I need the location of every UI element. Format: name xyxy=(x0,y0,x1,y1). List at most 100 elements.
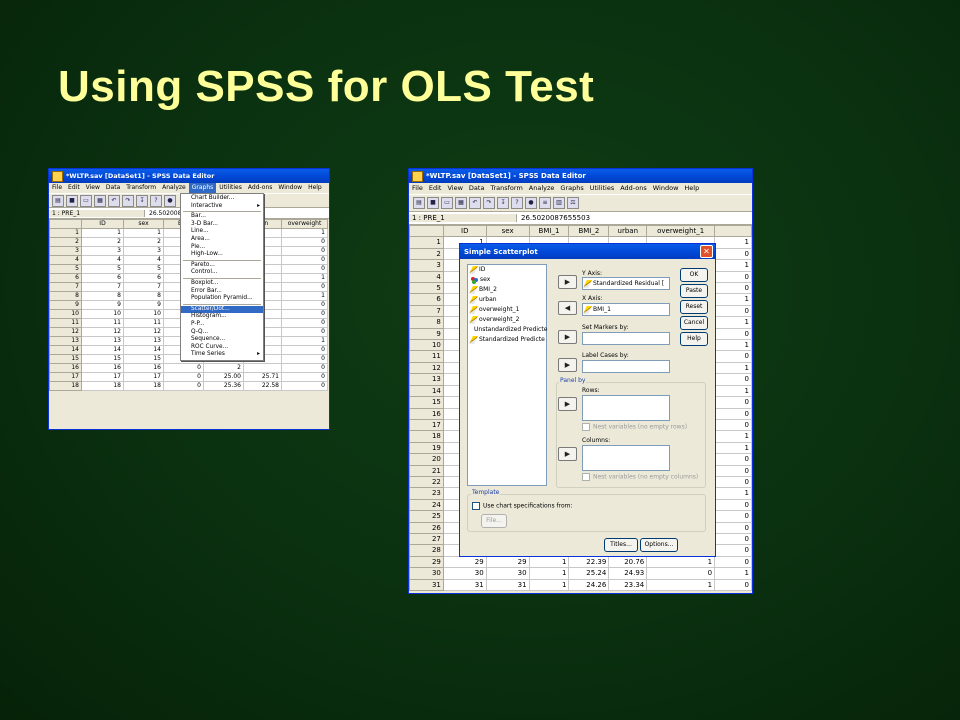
data-cell[interactable]: 22.58 xyxy=(243,381,282,391)
data-cell[interactable]: 29 xyxy=(485,555,530,569)
menu-utilities[interactable]: Utilities xyxy=(216,183,245,193)
use-chart-spec-checkbox[interactable]: Use chart specifications from: xyxy=(472,502,572,510)
data-cell[interactable]: 1 xyxy=(714,316,752,329)
data-cell[interactable]: 14 xyxy=(123,345,164,355)
row-number[interactable]: 12 xyxy=(409,361,444,375)
data-cell[interactable]: 3 xyxy=(81,246,124,256)
data-cell[interactable]: 0 xyxy=(714,282,752,295)
move-to-x-axis-arrow-icon[interactable]: ◀ xyxy=(558,301,577,315)
data-cell[interactable]: 0 xyxy=(281,282,328,292)
data-cell[interactable]: 0 xyxy=(281,318,328,328)
row-number[interactable]: 3 xyxy=(49,246,82,256)
data-cell[interactable]: 1 xyxy=(81,228,124,238)
data-cell[interactable] xyxy=(243,363,282,373)
close-icon[interactable]: ✕ xyxy=(700,245,713,258)
menu-analyze[interactable]: Analyze xyxy=(526,183,558,194)
menu-graphs[interactable]: Graphs xyxy=(557,183,586,194)
data-cell[interactable]: 0 xyxy=(714,350,752,363)
row-number[interactable]: 29 xyxy=(409,555,444,569)
reset-button[interactable]: Reset xyxy=(680,300,708,314)
menu-edit[interactable]: Edit xyxy=(65,183,83,193)
insert-cases-icon[interactable]: ≡ xyxy=(539,197,551,209)
data-cell[interactable]: 30 xyxy=(442,567,487,580)
y-axis-field[interactable]: Standardized Residual [ xyxy=(582,277,670,290)
data-cell[interactable]: 0 xyxy=(281,237,328,247)
row-number[interactable]: 10 xyxy=(409,339,444,352)
weight-cases-icon[interactable]: ⚖ xyxy=(567,197,579,209)
column-header[interactable] xyxy=(714,224,752,238)
graphs-menu-item[interactable]: Sequence... xyxy=(181,336,263,344)
menu-help[interactable]: Help xyxy=(681,183,702,194)
row-number[interactable]: 8 xyxy=(49,291,82,301)
row-number[interactable]: 20 xyxy=(409,453,444,466)
variables-icon[interactable]: ? xyxy=(150,194,162,207)
row-number[interactable]: 1 xyxy=(49,228,82,238)
column-header[interactable]: ID xyxy=(442,224,487,238)
row-number[interactable]: 1 xyxy=(409,236,444,249)
row-number[interactable]: 11 xyxy=(409,350,444,363)
variable-list-item[interactable]: Unstandardized Predicte xyxy=(468,325,547,335)
row-number[interactable]: 23 xyxy=(409,487,444,500)
data-cell[interactable]: 2 xyxy=(81,237,124,247)
row-number[interactable]: 3 xyxy=(409,259,444,272)
menu-transform[interactable]: Transform xyxy=(123,183,159,193)
data-cell[interactable]: 15 xyxy=(81,354,124,364)
menu-data[interactable]: Data xyxy=(103,183,123,193)
menu-data[interactable]: Data xyxy=(466,183,488,194)
data-cell[interactable]: 0 xyxy=(714,407,752,420)
find-icon[interactable]: ● xyxy=(525,197,537,209)
data-cell[interactable]: 0 xyxy=(714,304,752,318)
menu-view[interactable]: View xyxy=(83,183,103,193)
save-icon[interactable]: ■ xyxy=(427,197,439,209)
graphs-menu-item[interactable]: Pareto... xyxy=(181,262,263,270)
data-cell[interactable]: 0 xyxy=(281,309,328,319)
dialog-titlebar[interactable]: Simple Scatterplot ✕ xyxy=(460,244,715,259)
graphs-menu-item[interactable]: Q-Q... xyxy=(181,329,263,337)
variable-list-item[interactable]: sex xyxy=(468,275,546,285)
graphs-menu-item[interactable]: Scatter/Dot... xyxy=(181,305,263,314)
graphs-menu-item[interactable]: Bar... xyxy=(181,213,263,221)
open-icon[interactable]: ▤ xyxy=(413,197,425,209)
data-cell[interactable]: 0 xyxy=(281,381,328,391)
data-cell[interactable]: 6 xyxy=(123,273,164,283)
menu-add-ons[interactable]: Add-ons xyxy=(617,183,650,194)
redo-icon[interactable]: ↷ xyxy=(122,194,134,207)
graphs-menu-item[interactable]: Time Series ▸ xyxy=(181,351,263,359)
data-cell[interactable]: 1 xyxy=(528,555,570,569)
data-cell[interactable]: 0 xyxy=(714,498,752,512)
nest-columns-checkbox[interactable]: Nest variables (no empty columns) xyxy=(582,473,698,481)
data-cell[interactable]: 0 xyxy=(714,373,752,386)
data-cell[interactable]: 1 xyxy=(714,430,752,443)
print-icon[interactable]: ▭ xyxy=(80,194,92,207)
data-cell[interactable]: 5 xyxy=(81,264,124,274)
data-cell[interactable]: 1 xyxy=(528,578,570,592)
row-number[interactable]: 22 xyxy=(409,475,444,489)
nest-rows-checkbox[interactable]: Nest variables (no empty rows) xyxy=(582,423,687,431)
data-cell[interactable]: 1 xyxy=(281,273,328,283)
data-cell[interactable]: 31 xyxy=(485,578,530,592)
row-number[interactable]: 14 xyxy=(409,384,444,398)
options-button[interactable]: Options... xyxy=(640,538,678,552)
data-cell[interactable]: 4 xyxy=(123,255,164,265)
print-icon[interactable]: ▭ xyxy=(441,197,453,209)
data-cell[interactable]: 1 xyxy=(714,441,752,455)
data-cell[interactable]: 9 xyxy=(81,300,124,310)
menu-edit[interactable]: Edit xyxy=(426,183,445,194)
column-header[interactable]: BMI_1 xyxy=(528,224,570,238)
dialog-recall-icon[interactable]: ▦ xyxy=(455,197,467,209)
open-icon[interactable]: ▤ xyxy=(52,194,64,207)
data-cell[interactable]: 24.26 xyxy=(568,578,610,592)
data-cell[interactable]: 1 xyxy=(714,487,752,500)
data-cell[interactable]: 24.93 xyxy=(608,567,648,580)
data-cell[interactable]: 0 xyxy=(281,345,328,355)
data-cell[interactable]: 0 xyxy=(714,475,752,489)
data-cell[interactable]: 11 xyxy=(81,318,124,328)
data-cell[interactable]: 16 xyxy=(81,363,124,373)
set-markers-field[interactable] xyxy=(582,332,670,345)
data-cell[interactable]: 9 xyxy=(123,300,164,310)
menu-window[interactable]: Window xyxy=(650,183,682,194)
data-cell[interactable]: 0 xyxy=(281,246,328,256)
data-cell[interactable]: 8 xyxy=(81,291,124,301)
data-cell[interactable]: 18 xyxy=(123,381,164,391)
x-axis-field[interactable]: BMI_1 xyxy=(582,303,670,316)
